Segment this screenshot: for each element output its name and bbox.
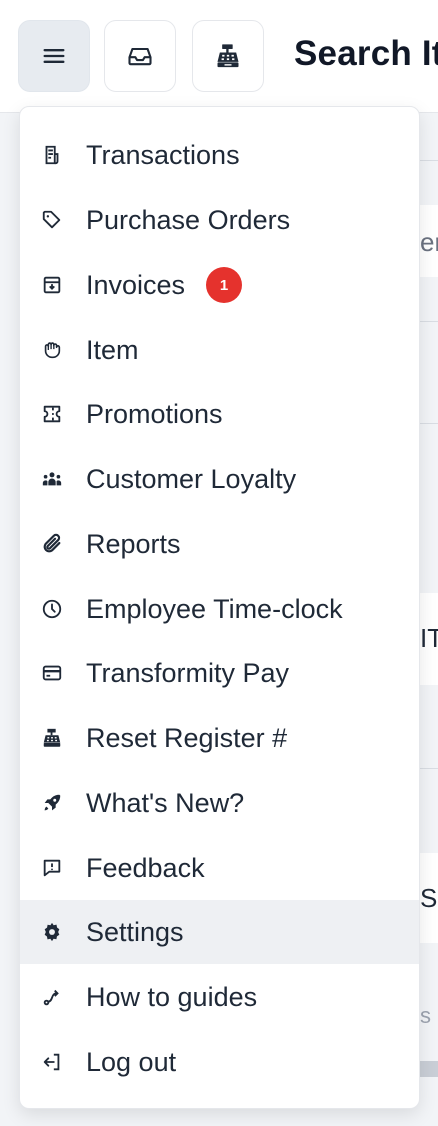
menu-item-feedback[interactable]: Feedback <box>20 836 419 900</box>
bg-text-fragment: S <box>420 883 438 913</box>
clock-icon <box>40 597 64 621</box>
menu-item-whats-new[interactable]: What's New? <box>20 771 419 835</box>
ticket-icon <box>40 402 64 426</box>
cash-register-icon <box>40 726 64 750</box>
menu-icon <box>43 49 65 63</box>
menu-item-label: Employee Time-clock <box>86 593 343 624</box>
logout-icon <box>40 1050 64 1074</box>
archive-icon <box>40 273 64 297</box>
menu-item-settings[interactable]: Settings <box>20 900 419 964</box>
menu-item-label: Reports <box>86 528 181 559</box>
menu-button[interactable] <box>18 20 90 92</box>
cash-register-icon <box>217 44 239 68</box>
credit-card-icon <box>40 661 64 685</box>
rocket-icon <box>40 791 64 815</box>
paperclip-icon <box>40 532 64 556</box>
inbox-button[interactable] <box>104 20 176 92</box>
menu-item-label: Purchase Orders <box>86 204 291 235</box>
register-button[interactable] <box>192 20 264 92</box>
menu-item-label: Promotions <box>86 398 223 429</box>
top-bar: Search It <box>0 0 438 113</box>
menu-item-label: Log out <box>86 1046 177 1077</box>
bg-text-fragment: er <box>420 227 438 257</box>
menu-item-label: Transactions <box>86 139 240 170</box>
inbox-icon <box>128 47 152 66</box>
menu-item-customer-loyalty[interactable]: Customer Loyalty <box>20 447 419 511</box>
menu-item-label: Reset Register # <box>86 722 288 753</box>
menu-item-item[interactable]: Item <box>20 318 419 382</box>
menu-item-employee-time-clock[interactable]: Employee Time-clock <box>20 577 419 641</box>
menu-item-transformity-pay[interactable]: Transformity Pay <box>20 641 419 705</box>
page-title: Search It <box>294 34 438 73</box>
menu-item-label: Invoices <box>86 269 186 300</box>
menu-item-label: Transformity Pay <box>86 657 290 688</box>
menu-item-label: Settings <box>86 916 184 947</box>
menu-item-log-out[interactable]: Log out <box>20 1030 419 1094</box>
bg-text-fragment: s <box>420 1003 431 1028</box>
navigation-menu: Transactions Purchase Orders Invoices 1 … <box>19 106 420 1109</box>
menu-item-how-to-guides[interactable]: How to guides <box>20 965 419 1029</box>
menu-item-label: Item <box>86 334 139 365</box>
menu-item-promotions[interactable]: Promotions <box>20 382 419 446</box>
menu-item-label: Feedback <box>86 852 205 883</box>
menu-item-label: Customer Loyalty <box>86 463 297 494</box>
menu-item-label: What's New? <box>86 787 245 818</box>
route-icon <box>40 985 64 1009</box>
menu-item-purchase-orders[interactable]: Purchase Orders <box>20 188 419 252</box>
feedback-icon <box>40 856 64 880</box>
notification-badge: 1 <box>206 267 242 303</box>
menu-item-invoices[interactable]: Invoices 1 <box>20 253 419 317</box>
menu-item-label: How to guides <box>86 981 258 1012</box>
bg-scrollbar <box>420 1061 438 1077</box>
menu-item-reset-register[interactable]: Reset Register # <box>20 706 419 770</box>
receipt-icon <box>40 143 64 167</box>
bg-text-fragment: IT <box>420 623 438 653</box>
tag-icon <box>40 208 64 232</box>
menu-item-transactions[interactable]: Transactions <box>20 123 419 187</box>
users-icon <box>40 467 64 491</box>
gear-icon <box>40 920 64 944</box>
hand-icon <box>40 338 64 362</box>
menu-item-reports[interactable]: Reports <box>20 512 419 576</box>
